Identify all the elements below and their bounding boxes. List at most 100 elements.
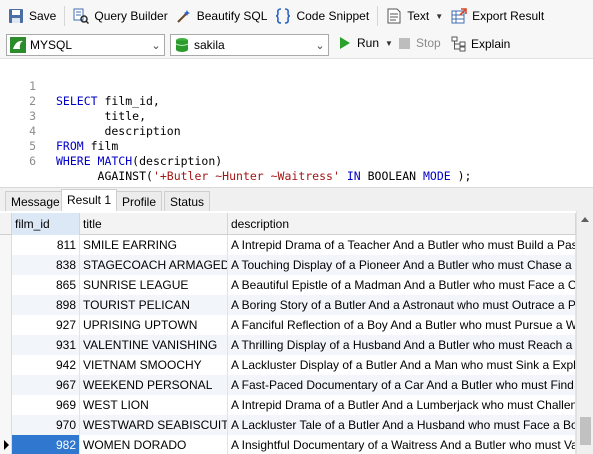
code-snippet-button[interactable]: Code Snippet xyxy=(271,4,373,28)
code-line: 2 title, xyxy=(0,79,146,123)
chevron-down-icon: ▼ xyxy=(435,11,444,21)
database-select[interactable]: sakila ⌄ xyxy=(170,34,329,56)
cell-film-id[interactable]: 865 xyxy=(12,275,80,295)
row-marker[interactable] xyxy=(0,295,12,315)
cell-title[interactable]: VALENTINE VANISHING xyxy=(80,335,228,355)
table-row[interactable]: 865 SUNRISE LEAGUE A Beautiful Epistle of … xyxy=(0,275,576,295)
tab-profile[interactable]: Profile xyxy=(116,191,163,212)
cell-description[interactable]: A Intrepid Drama of a Teacher And a Butl… xyxy=(228,235,576,255)
code-line: 6 AGAINST('+Butler ~Hunter ~Waitress' IN… xyxy=(0,139,471,183)
cell-title[interactable]: SMILE EARRING xyxy=(80,235,228,255)
run-button[interactable]: Run ▼ xyxy=(338,36,393,50)
table-row[interactable]: 942 VIETNAM SMOOCHY A Lackluster Display o… xyxy=(0,355,576,375)
cell-film-id[interactable]: 969 xyxy=(12,395,80,415)
run-label: Run xyxy=(357,36,380,50)
row-marker-header xyxy=(0,213,12,235)
row-marker[interactable] xyxy=(0,275,12,295)
code-line: 1 SELECT film_id, xyxy=(0,64,160,108)
row-marker[interactable] xyxy=(0,435,12,454)
tab-message[interactable]: Message xyxy=(5,191,66,212)
connection-select[interactable]: MYSQL ⌄ xyxy=(6,34,165,56)
tab-result-1[interactable]: Result 1 xyxy=(61,189,118,212)
row-marker[interactable] xyxy=(0,355,12,375)
cell-description[interactable]: A Lackluster Display of a Butler And a M… xyxy=(228,355,576,375)
current-row-icon xyxy=(4,440,9,450)
save-button[interactable]: Save xyxy=(4,4,60,28)
cell-description[interactable]: A Fast-Paced Documentary of a Car And a … xyxy=(228,375,576,395)
table-row[interactable]: 969 WEST LION A Intrepid Drama of a Butler… xyxy=(0,395,576,415)
database-icon xyxy=(174,37,190,53)
cell-film-id[interactable]: 931 xyxy=(12,335,80,355)
result-tabs: Message Result 1 Profile Status xyxy=(0,187,593,212)
table-row[interactable]: 838STAGECOACH ARMAGEDDONA Touching Displ… xyxy=(0,255,576,275)
column-header-film-id[interactable]: film_id xyxy=(12,213,80,235)
stop-label: Stop xyxy=(416,36,441,50)
row-marker[interactable] xyxy=(0,375,12,395)
beautify-sql-label: Beautify SQL xyxy=(196,9,268,23)
vertical-scrollbar[interactable] xyxy=(576,211,593,454)
export-result-button[interactable]: Export Result xyxy=(447,4,548,28)
text-label: Text xyxy=(407,9,430,23)
grid-header: film_id title description xyxy=(0,213,576,235)
row-marker[interactable] xyxy=(0,395,12,415)
table-row[interactable]: 970 WESTWARD SEABISCUIT A Lackluster Tale … xyxy=(0,415,576,435)
table-row[interactable]: 927 UPRISING UPTOWN A Fanciful Reflection … xyxy=(0,315,576,335)
tab-status[interactable]: Status xyxy=(164,191,211,212)
code-line: 5 WHERE MATCH(description) xyxy=(0,124,222,168)
cell-description[interactable]: A Insightful Documentary of a Waitress A… xyxy=(228,435,576,454)
cell-title[interactable]: TOURIST PELICAN xyxy=(80,295,228,315)
cell-film-id[interactable]: 838 xyxy=(12,255,80,275)
cell-film-id[interactable]: 982 xyxy=(12,435,80,454)
cell-description[interactable]: A Thrilling Display of a Husband And a B… xyxy=(228,335,576,355)
cell-description[interactable]: A Fanciful Reflection of a Boy And a But… xyxy=(228,315,576,335)
table-row[interactable]: 811 SMILE EARRING A Intrepid Drama of a Te… xyxy=(0,235,576,255)
cell-film-id[interactable]: 942 xyxy=(12,355,80,375)
cell-title[interactable]: STAGECOACH ARMAGEDDON xyxy=(80,255,228,275)
row-marker[interactable] xyxy=(0,255,12,275)
cell-film-id[interactable]: 970 xyxy=(12,415,80,435)
cell-title[interactable]: WESTWARD SEABISCUIT xyxy=(80,415,228,435)
beautify-sql-button[interactable]: Beautify SQL xyxy=(172,4,272,28)
row-marker[interactable] xyxy=(0,415,12,435)
export-icon xyxy=(451,8,467,24)
row-marker[interactable] xyxy=(0,335,12,355)
explain-button[interactable]: Explain xyxy=(451,36,510,52)
connection-value: MYSQL xyxy=(30,38,73,52)
cell-description[interactable]: A Boring Story of a Butler And a Astrona… xyxy=(228,295,576,315)
result-grid: film_id title description 811 SMILE EARRI… xyxy=(0,211,593,454)
stop-button[interactable]: Stop xyxy=(399,36,441,50)
query-builder-button[interactable]: Query Builder xyxy=(69,4,171,28)
cell-title[interactable]: SUNRISE LEAGUE xyxy=(80,275,228,295)
row-marker[interactable] xyxy=(0,315,12,335)
scroll-up-icon[interactable] xyxy=(581,217,589,222)
chevron-down-icon: ⌄ xyxy=(315,39,325,52)
cell-film-id[interactable]: 967 xyxy=(12,375,80,395)
explain-icon xyxy=(451,36,466,52)
play-icon xyxy=(340,37,350,49)
cell-film-id[interactable]: 811 xyxy=(12,235,80,255)
cell-description[interactable]: A Beautiful Epistle of a Madman And a Bu… xyxy=(228,275,576,295)
sql-editor[interactable]: 1 SELECT film_id, 2 title, 3 description… xyxy=(0,59,593,187)
row-marker[interactable] xyxy=(0,235,12,255)
table-row[interactable]: 931 VALENTINE VANISHING A Thrilling Displa… xyxy=(0,335,576,355)
scrollbar-thumb[interactable] xyxy=(580,417,591,445)
cell-title[interactable]: WOMEN DORADO xyxy=(80,435,228,454)
cell-film-id[interactable]: 927 xyxy=(12,315,80,335)
table-row[interactable]: 898 TOURIST PELICAN A Boring Story of a Bu… xyxy=(0,295,576,315)
save-icon xyxy=(8,8,24,24)
table-row[interactable]: 967 WEEKEND PERSONAL A Fast-Paced Document… xyxy=(0,375,576,395)
cell-title[interactable]: WEST LION xyxy=(80,395,228,415)
code-line: 4 FROM film xyxy=(0,109,118,153)
text-format-button[interactable]: Text ▼ xyxy=(382,4,447,28)
cell-title[interactable]: VIETNAM SMOOCHY xyxy=(80,355,228,375)
column-header-description[interactable]: description xyxy=(228,213,576,235)
cell-film-id[interactable]: 898 xyxy=(12,295,80,315)
cell-description[interactable]: A Touching Display of a Pioneer And a Bu… xyxy=(228,255,576,275)
cell-description[interactable]: A Intrepid Drama of a Butler And a Lumbe… xyxy=(228,395,576,415)
cell-title[interactable]: UPRISING UPTOWN xyxy=(80,315,228,335)
column-header-title[interactable]: title xyxy=(80,213,228,235)
cell-title[interactable]: WEEKEND PERSONAL xyxy=(80,375,228,395)
table-row[interactable]: 982 WOMEN DORADO A Insightful Documentary … xyxy=(0,435,576,454)
cell-description[interactable]: A Lackluster Tale of a Butler And a Husb… xyxy=(228,415,576,435)
line-number: 6 xyxy=(29,154,36,168)
